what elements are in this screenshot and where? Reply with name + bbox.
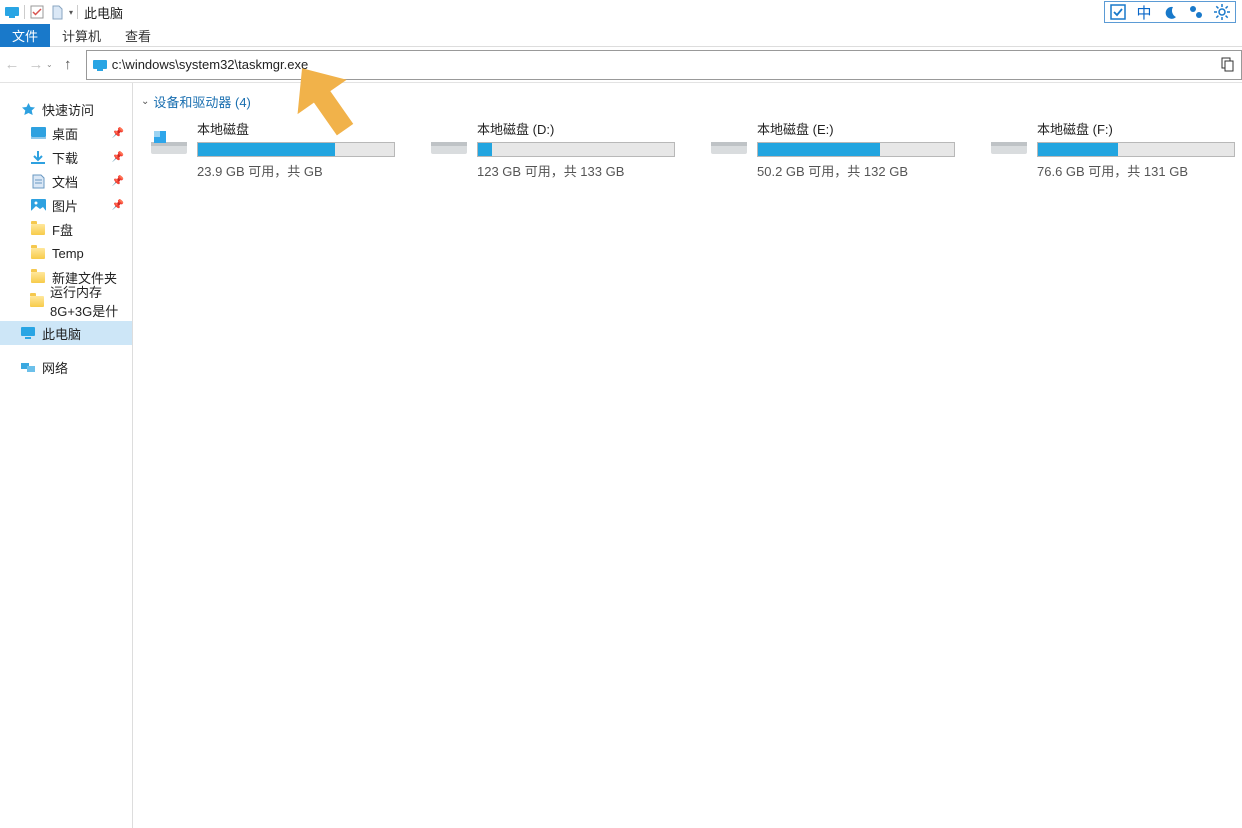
- qat-dropdown-icon[interactable]: ▾: [69, 8, 73, 17]
- sidebar-documents[interactable]: 文档 📌: [0, 169, 132, 193]
- right-tool-group: 中: [1104, 1, 1236, 23]
- drive-item[interactable]: 本地磁盘 (E:) 50.2 GB 可用，共 132 GB: [707, 119, 962, 180]
- drive-subtext: 50.2 GB 可用，共 132 GB: [757, 161, 962, 180]
- tool-moon-icon[interactable]: [1157, 2, 1183, 22]
- sidebar-network[interactable]: 网络: [0, 355, 132, 379]
- tab-view[interactable]: 查看: [113, 24, 163, 47]
- network-icon: [20, 359, 36, 375]
- address-bar[interactable]: c:\windows\system32\taskmgr.exe: [86, 50, 1242, 80]
- download-icon: [30, 149, 46, 165]
- nav-forward-icon[interactable]: →: [24, 53, 48, 77]
- desktop-icon: [30, 125, 46, 141]
- sidebar-downloads[interactable]: 下载 📌: [0, 145, 132, 169]
- pc-icon: [20, 325, 36, 341]
- capacity-fill: [478, 143, 492, 156]
- sidebar-label: 网络: [42, 358, 68, 377]
- sidebar-label: 文档: [52, 172, 78, 191]
- drive-item[interactable]: 本地磁盘 (F:) 76.6 GB 可用，共 131 GB: [987, 119, 1242, 180]
- document-icon: [30, 173, 46, 189]
- tool-gear-icon[interactable]: [1209, 2, 1235, 22]
- drive-name: 本地磁盘 (D:): [477, 119, 682, 138]
- qat-check-icon[interactable]: [29, 4, 45, 20]
- group-label: 设备和驱动器 (4): [153, 92, 251, 111]
- capacity-bar: [1037, 142, 1235, 157]
- sidebar: 快速访问 桌面 📌 下载 📌 文档 📌 图片 📌 F盘 Temp: [0, 83, 133, 828]
- pin-icon: 📌: [112, 200, 124, 211]
- tool-bubbles-icon[interactable]: [1183, 2, 1209, 22]
- drive-icon: [987, 121, 1031, 165]
- sidebar-pictures[interactable]: 图片 📌: [0, 193, 132, 217]
- title-bar: ▾ 此电脑 中: [0, 0, 1242, 24]
- star-icon: [20, 101, 36, 117]
- drive-icon: [427, 121, 471, 165]
- tool-ime-icon[interactable]: 中: [1131, 2, 1157, 22]
- nav-back-icon[interactable]: ←: [0, 53, 24, 77]
- content-area: ⌄ 设备和驱动器 (4) 本地磁盘 23.9 GB 可用，共 GB 本地磁盘 (…: [133, 83, 1242, 828]
- drive-icon: [707, 121, 751, 165]
- sidebar-label: Temp: [52, 246, 84, 261]
- drive-item[interactable]: 本地磁盘 (D:) 123 GB 可用，共 133 GB: [427, 119, 682, 180]
- tab-file[interactable]: 文件: [0, 24, 50, 47]
- tool-check-icon[interactable]: [1105, 2, 1131, 22]
- sidebar-label: 下载: [52, 148, 78, 167]
- pictures-icon: [30, 197, 46, 213]
- pin-icon: 📌: [112, 128, 124, 139]
- capacity-fill: [1038, 143, 1118, 156]
- folder-icon: [30, 245, 46, 261]
- tab-computer[interactable]: 计算机: [50, 24, 113, 47]
- address-app-icon: [92, 57, 108, 73]
- sidebar-this-pc[interactable]: 此电脑: [0, 321, 132, 345]
- capacity-bar: [197, 142, 395, 157]
- sidebar-label: F盘: [52, 220, 73, 239]
- pin-icon: 📌: [112, 152, 124, 163]
- drive-icon: [147, 121, 191, 165]
- copy-path-icon[interactable]: [1219, 57, 1235, 73]
- capacity-fill: [758, 143, 880, 156]
- drive-subtext: 76.6 GB 可用，共 131 GB: [1037, 161, 1242, 180]
- pin-icon: 📌: [112, 176, 124, 187]
- folder-icon: [30, 293, 44, 309]
- chevron-down-icon: ⌄: [141, 96, 149, 107]
- sidebar-temp[interactable]: Temp: [0, 241, 132, 265]
- sidebar-quick-access[interactable]: 快速访问: [0, 97, 132, 121]
- sidebar-label: 桌面: [52, 124, 78, 143]
- folder-icon: [30, 221, 46, 237]
- folder-icon: [30, 269, 46, 285]
- sidebar-label: 快速访问: [42, 100, 94, 119]
- sidebar-label: 此电脑: [42, 324, 81, 343]
- capacity-bar: [757, 142, 955, 157]
- separator: [24, 5, 25, 19]
- drive-subtext: 23.9 GB 可用，共 GB: [197, 161, 402, 180]
- capacity-bar: [477, 142, 675, 157]
- ribbon-tabs: 文件 计算机 查看: [0, 24, 1242, 47]
- nav-history-dropdown[interactable]: ⌄: [46, 60, 53, 69]
- app-icon: [4, 4, 20, 20]
- window-title: 此电脑: [84, 3, 123, 22]
- separator: [77, 5, 78, 19]
- nav-up-icon[interactable]: ↑: [56, 53, 80, 77]
- qat-file-icon[interactable]: [49, 4, 65, 20]
- sidebar-desktop[interactable]: 桌面 📌: [0, 121, 132, 145]
- address-text[interactable]: c:\windows\system32\taskmgr.exe: [112, 57, 1219, 72]
- sidebar-label: 运行内存8G+3G是什: [50, 282, 132, 320]
- sidebar-label: 图片: [52, 196, 78, 215]
- drive-name: 本地磁盘 (F:): [1037, 119, 1242, 138]
- sidebar-fdisk[interactable]: F盘: [0, 217, 132, 241]
- drive-name: 本地磁盘 (E:): [757, 119, 962, 138]
- nav-bar: ← → ⌄ ↑ c:\windows\system32\taskmgr.exe: [0, 47, 1242, 83]
- sidebar-runmem[interactable]: 运行内存8G+3G是什: [0, 289, 132, 313]
- drive-subtext: 123 GB 可用，共 133 GB: [477, 161, 682, 180]
